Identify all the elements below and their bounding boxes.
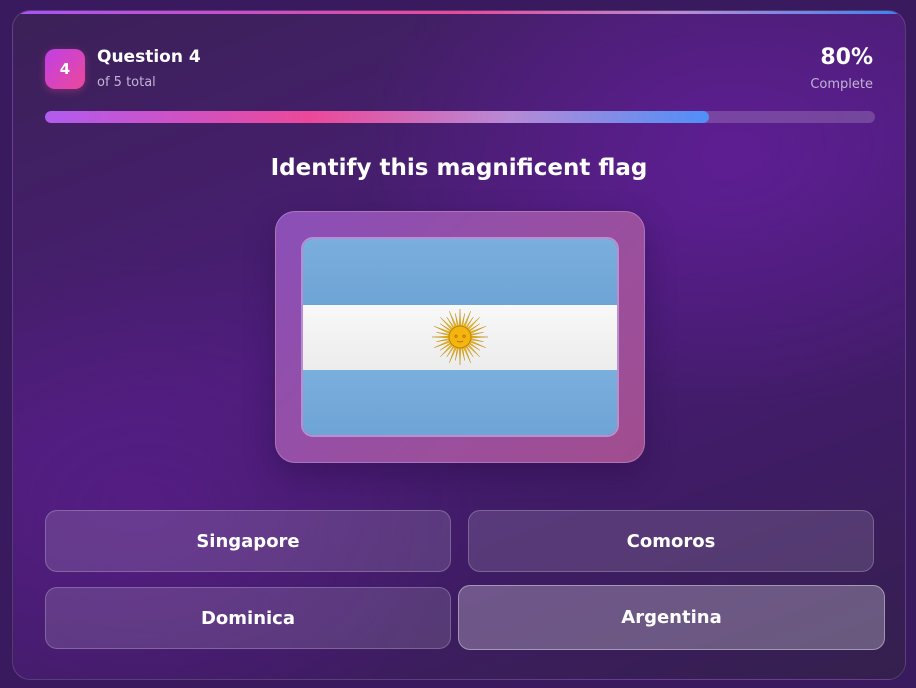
progress-bar [45, 111, 875, 123]
argentina-flag-icon [301, 237, 619, 437]
answer-option-dominica[interactable]: Dominica [45, 587, 451, 649]
answer-option-argentina[interactable]: Argentina [458, 585, 885, 650]
answer-label: Singapore [196, 530, 300, 552]
progress-status: Complete [810, 77, 873, 92]
answer-option-singapore[interactable]: Singapore [45, 510, 451, 572]
question-number: 4 [59, 60, 71, 78]
question-prompt: Identify this magnificent flag [270, 155, 648, 181]
question-number-badge: 4 [45, 49, 85, 89]
answer-label: Dominica [200, 607, 296, 629]
top-accent-stripe [13, 11, 905, 14]
question-title: Question 4 [97, 47, 201, 67]
progress-bar-fill [45, 111, 709, 123]
answer-options: Singapore Comoros Dominica Argentina [45, 510, 885, 650]
flag-frame [275, 211, 645, 463]
answer-option-comoros[interactable]: Comoros [468, 510, 874, 572]
answer-label: Argentina [621, 607, 722, 628]
progress-percent: 80% [820, 45, 873, 70]
quiz-card: 4 Question 4 of 5 total 80% Complete Ide… [12, 10, 906, 680]
question-subtitle: of 5 total [97, 75, 156, 90]
answer-label: Comoros [626, 530, 716, 552]
